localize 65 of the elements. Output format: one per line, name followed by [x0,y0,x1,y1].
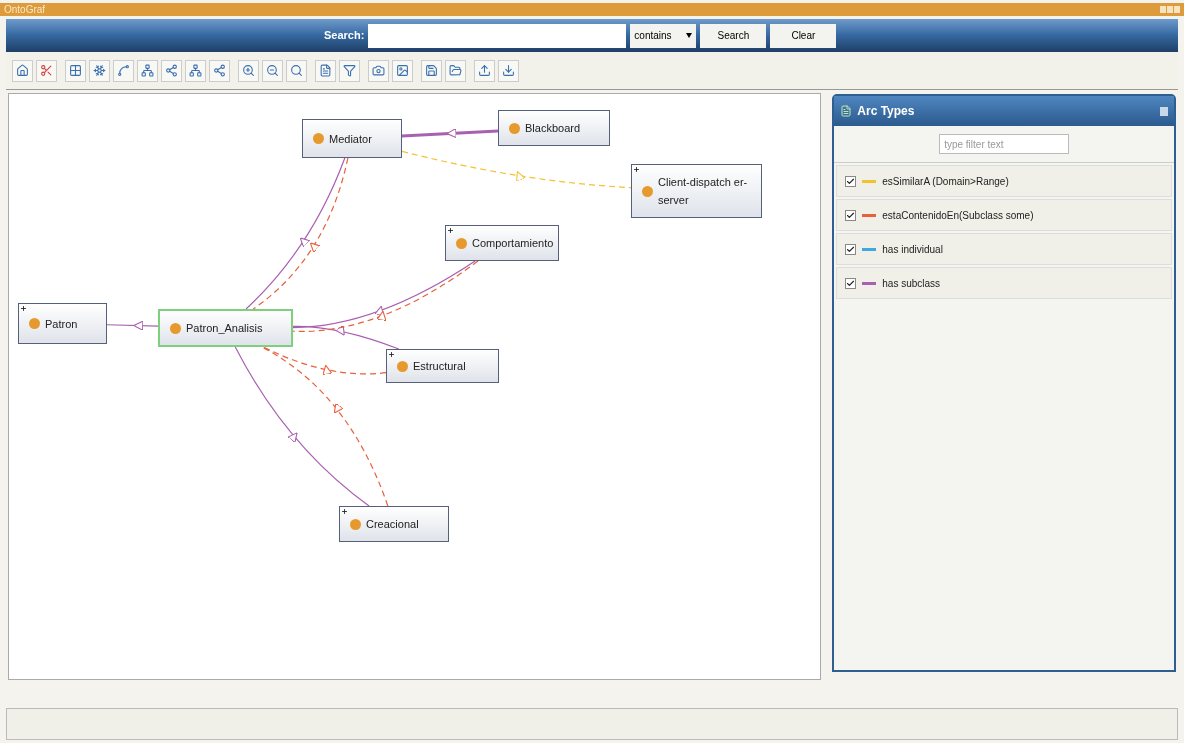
node-label: Creacional [366,517,419,532]
checkbox[interactable] [845,277,857,289]
search-bar-button[interactable]: Clear [770,23,837,48]
node-label: Estructural [413,359,466,374]
arc-type-row[interactable]: has subclass [836,267,1172,299]
share-icon[interactable] [161,59,182,82]
image-icon[interactable] [392,59,413,82]
tree-icon[interactable] [137,59,158,82]
folder-icon[interactable] [445,59,466,82]
node-label: Mediator [329,131,372,147]
home-icon[interactable] [12,59,33,82]
class-node[interactable]: Client-dispatch er-server [631,164,762,218]
arc-type-row[interactable]: has individual [836,233,1172,265]
panel-title: Arc Types [857,103,915,120]
match-mode-dropdown[interactable]: contains [630,23,697,48]
expand-icon[interactable] [20,305,27,312]
arc-type-row[interactable]: estaContenidoEn(Subclass some) [836,199,1172,231]
arc-type-label: estaContenidoEn(Subclass some) [882,208,1034,223]
search-bar-button[interactable]: Search [700,23,767,48]
window-title: OntoGraf [4,4,46,15]
scissors-icon[interactable] [36,59,57,82]
share-icon[interactable] [209,59,230,82]
curve-icon[interactable] [113,59,134,82]
expand-icon[interactable] [447,227,454,234]
node-label: Client-dispatch er-server [658,175,749,208]
node-label: Blackboard [525,121,581,136]
class-node[interactable]: Comportamiento [445,225,559,261]
document-icon[interactable] [315,59,336,82]
close-icon[interactable] [1160,106,1168,116]
node-label: Patron_Analisis [186,321,263,336]
arc-type-row[interactable]: esSimilarA (Domain>Range) [836,165,1172,197]
class-node[interactable]: Estructural [386,349,499,383]
node-label: Comportamiento [472,236,554,251]
camera-icon[interactable] [368,59,389,82]
search-label: Search: [324,28,365,44]
grid-icon[interactable] [65,59,86,82]
download-icon[interactable] [498,59,519,82]
save-icon[interactable] [421,59,442,82]
class-node[interactable]: Mediator [302,119,402,158]
panel-icon [840,105,853,117]
expand-icon[interactable] [341,508,348,515]
class-node[interactable]: Patron_Analisis [158,309,293,347]
checkbox[interactable] [845,209,857,221]
class-node[interactable]: Creacional [339,506,449,542]
search-icon[interactable] [286,59,307,82]
checkbox[interactable] [845,243,857,255]
arc-type-label: esSimilarA (Domain>Range) [882,174,1009,189]
node-label: Patron [45,316,78,332]
upload-icon[interactable] [474,59,495,82]
filter-field[interactable]: type filter text [939,134,1070,154]
arc-type-label: has subclass [882,276,941,291]
search-field[interactable] [368,23,627,48]
snowflake-icon[interactable] [89,59,110,82]
arc-type-label: has individual [882,242,943,257]
expand-icon[interactable] [633,166,640,173]
tree-icon[interactable] [185,59,206,82]
zoom-in-icon[interactable] [238,59,259,82]
checkbox[interactable] [845,175,857,187]
class-node[interactable]: Patron [18,303,107,344]
filter-icon[interactable] [339,59,360,82]
arc [106,320,159,331]
expand-icon[interactable] [388,351,395,358]
zoom-out-icon[interactable] [262,59,283,82]
class-node[interactable]: Blackboard [498,110,610,146]
caret-icon [686,33,693,38]
